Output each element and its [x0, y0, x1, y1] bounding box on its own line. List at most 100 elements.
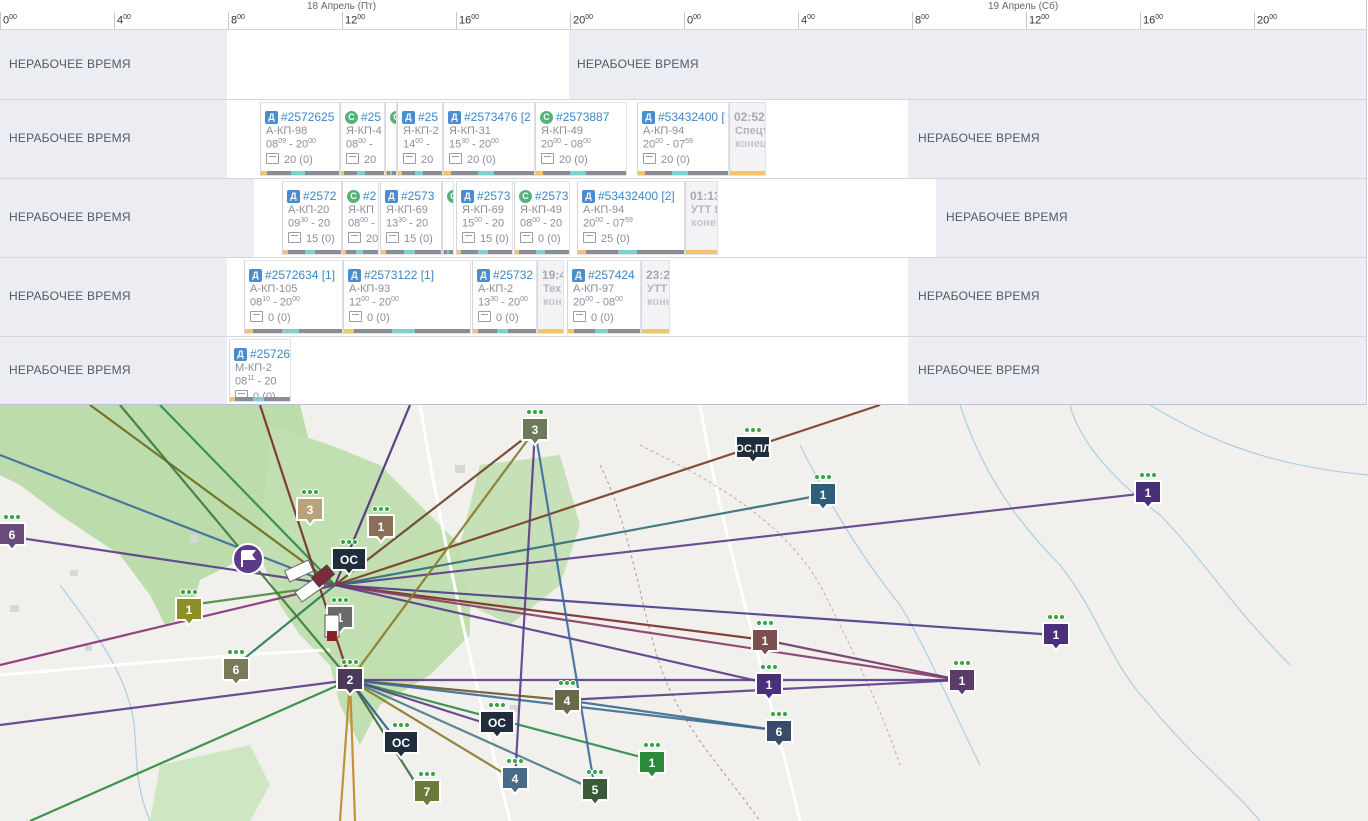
order-card[interactable]: Д #2573122 [1] А-КП-93 1200 - 2000 0 (0) — [343, 260, 471, 334]
order-card[interactable]: Д#25726М-КП-20811 - 200 (0) — [229, 339, 291, 402]
timeline-tick — [456, 12, 457, 29]
marker-label: ОС — [392, 736, 410, 750]
timeline-tick — [684, 12, 685, 29]
time-window: 2000 - 0759 — [643, 138, 693, 151]
order-card[interactable]: Д #2572634 [1] А-КП-105 0810 - 2000 0 (0) — [244, 260, 343, 334]
box-icon — [348, 232, 361, 243]
map-canvas[interactable]: 3131ОС1662ОСОС474511116111ОС,ПЛ — [0, 405, 1368, 821]
vehicle-marker[interactable]: 5 — [581, 768, 609, 807]
order-number[interactable]: Д #25732 — [477, 268, 533, 282]
vehicle-marker[interactable]: 4 — [553, 679, 581, 718]
order-card[interactable]: Д #2572 А-КП-20 0930 - 20 15 (0) — [282, 181, 342, 255]
order-card[interactable]: Д #2572625 А-КП-98 0809 - 2000 20 (0) — [260, 102, 340, 176]
box-icon — [541, 153, 554, 164]
vehicle-marker[interactable]: 1 — [1042, 613, 1070, 652]
order-type-badge: С — [519, 190, 532, 203]
order-number[interactable]: Д #25 — [402, 110, 438, 124]
order-card[interactable]: Д #2573 Я-КП-69 1330 - 20 15 (0) — [380, 181, 442, 255]
order-number[interactable]: Д #2572 — [287, 189, 336, 203]
order-type-badge: Д — [572, 269, 585, 282]
vehicle-marker[interactable]: ОС — [383, 721, 419, 760]
progress-strip — [341, 171, 384, 175]
order-number[interactable]: С #25 — [345, 110, 381, 124]
order-type-badge: Д — [348, 269, 361, 282]
order-number[interactable]: С — [447, 189, 453, 203]
order-number[interactable]: Д #2572625 — [265, 110, 334, 124]
vehicle-marker[interactable]: 1 — [809, 473, 837, 512]
order-card[interactable]: Д #25 Я-КП-2 1400 - 20 — [397, 102, 443, 176]
order-card[interactable]: Д #2573 Я-КП-69 1500 - 20 15 (0) — [456, 181, 513, 255]
order-number[interactable]: С #2573 — [519, 189, 568, 203]
shift-end-card[interactable]: 01:13УТТ Яконец — [685, 181, 718, 255]
start-flag-icon[interactable] — [232, 543, 264, 575]
order-type-badge: Д — [234, 348, 247, 361]
vehicle-marker[interactable]: ОС — [479, 701, 515, 740]
order-number[interactable]: С #2 — [347, 189, 376, 203]
vehicle-marker[interactable]: 4 — [501, 757, 529, 796]
vehicle-marker[interactable]: 1 — [1134, 471, 1162, 510]
order-card[interactable]: Д #53432400 [А-КП-94 2000 - 0759 20 (0) — [637, 102, 729, 176]
vehicle-marker[interactable]: ОС,ПЛ — [735, 426, 771, 465]
map-view[interactable]: 3 1 3 1 ОС 1 6 6 2 ОС ОС 4 7 4 5 1 1 1 1 6 1 1 1 ОС,ПЛ — [0, 405, 1368, 821]
progress-strip — [457, 250, 512, 254]
marker-label: ОС — [340, 553, 358, 567]
order-number[interactable]: Д #2573476 [2 — [448, 110, 531, 124]
box-icon — [403, 153, 416, 164]
order-number[interactable]: Д #53432400 [2] — [582, 189, 675, 203]
vehicle-marker[interactable]: 3 — [521, 408, 549, 447]
cargo-load: 20 (0) — [266, 153, 313, 166]
end-label: конец — [735, 138, 766, 150]
order-card[interactable]: Д #53432400 [2] А-КП-94 2000 - 0759 25 (0) — [577, 181, 685, 255]
order-card[interactable]: С — [442, 181, 454, 255]
order-card[interactable]: С #25 Я-КП-4 0800 - 20 — [340, 102, 385, 176]
route-code: Я-КП — [348, 204, 374, 216]
progress-strip — [381, 250, 441, 254]
route-code: Я-КП-2 — [403, 125, 439, 137]
order-card[interactable]: С #2 Я-КП 0800 - 20 — [342, 181, 379, 255]
order-number[interactable]: С — [390, 110, 396, 124]
order-number[interactable]: Д #53432400 [ — [642, 110, 725, 124]
order-number[interactable]: Д #2572634 [1] — [249, 268, 335, 282]
order-number[interactable]: Д #2573 — [461, 189, 510, 203]
order-type-badge: Д — [402, 111, 415, 124]
date-label: 19 Апрель (Сб) — [988, 1, 1059, 12]
cargo-load: 20 — [348, 232, 378, 245]
time-window: 0800 - — [348, 217, 375, 230]
shift-end-card[interactable]: 02:52 Спецт конец — [729, 102, 766, 176]
order-card[interactable]: С — [385, 102, 397, 176]
order-card[interactable]: С #2573 Я-КП-49 0800 - 20 0 (0) — [514, 181, 570, 255]
vehicle-marker[interactable]: 1 — [948, 659, 976, 698]
order-number[interactable]: Д #257424 — [572, 268, 635, 282]
marker-label: 6 — [9, 528, 16, 542]
order-card[interactable]: Д #257424 А-КП-97 2000 - 0800 0 (0) — [567, 260, 641, 334]
order-number[interactable]: Д #2573 — [385, 189, 434, 203]
vehicle-marker[interactable]: 6 — [0, 513, 26, 552]
order-card[interactable]: Д #25732 А-КП-2 1330 - 2000 0 (0) — [472, 260, 537, 334]
vehicle-marker[interactable]: 1 — [751, 619, 779, 658]
shift-end-card[interactable]: 23:2 УТТ коне — [641, 260, 670, 334]
marker-label: 1 — [820, 488, 827, 502]
progress-strip — [568, 329, 640, 333]
route-code: Я-КП-69 — [386, 204, 428, 216]
progress-strip — [686, 250, 717, 254]
box-icon — [349, 311, 362, 322]
shift-end-card[interactable]: 19:4 Тех кон — [537, 260, 564, 334]
order-type-badge: Д — [582, 190, 595, 203]
nonworking-label: НЕРАБОЧЕЕ ВРЕМЯ — [577, 56, 699, 71]
order-card[interactable]: Д #2573476 [2 Я-КП-31 1530 - 2000 20 (0) — [443, 102, 535, 176]
order-number[interactable]: Д #25726 — [234, 347, 290, 361]
order-card[interactable]: С #2573887 Я-КП-49 2000 - 0800 20 (0) — [535, 102, 627, 176]
time-window: 1330 - 2000 — [478, 296, 528, 309]
progress-strip — [443, 250, 453, 254]
route-code: Я-КП-31 — [449, 125, 491, 137]
vehicle-marker[interactable]: 7 — [413, 770, 441, 809]
time-window: 1500 - 20 — [462, 217, 505, 230]
vehicle-marker[interactable]: 1 — [755, 663, 783, 702]
order-number[interactable]: Д #2573122 [1] — [348, 268, 434, 282]
vehicle-marker[interactable]: 6 — [765, 710, 793, 749]
box-icon — [386, 232, 399, 243]
progress-strip — [642, 329, 669, 333]
order-number[interactable]: С #2573887 — [540, 110, 609, 124]
timeline-header: 18 Апрель (Пт) 19 Апрель (Сб) 000 400 800 1… — [0, 0, 1366, 30]
vehicle-marker[interactable]: 1 — [638, 741, 666, 780]
